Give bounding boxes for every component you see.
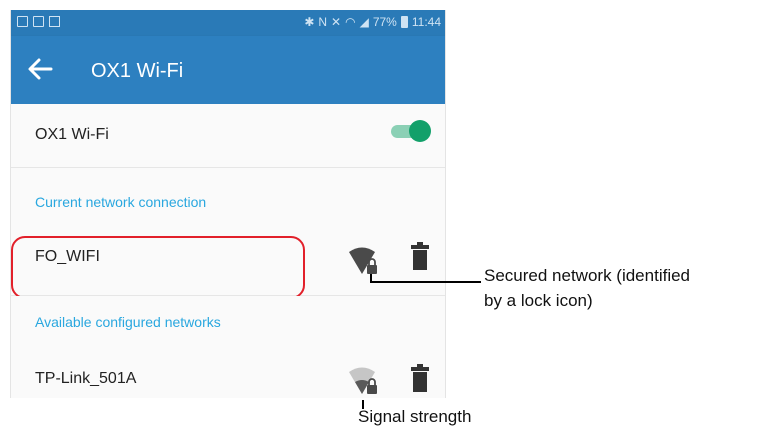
configured-network-row[interactable]: TP-Link_501A <box>11 344 445 398</box>
signal-callout-text: Signal strength <box>358 407 472 426</box>
current-network-header-row: Current network connection <box>11 168 445 220</box>
current-network-highlight <box>11 236 305 299</box>
back-arrow-icon[interactable] <box>25 54 55 84</box>
battery-icon <box>400 16 408 28</box>
wifi-toggle-row[interactable]: OX1 Wi-Fi <box>11 104 445 168</box>
wifi-status-icon: ◠ <box>345 15 356 29</box>
app-bar: OX1 Wi-Fi <box>11 36 445 104</box>
secured-wifi-signal-icon <box>349 247 377 274</box>
configured-networks-header-row: Available configured networks <box>11 296 445 344</box>
toggle-thumb <box>409 120 431 142</box>
gallery-notification-icon <box>17 16 28 27</box>
cell-signal-icon: ◢ <box>359 15 369 29</box>
clock: 11:44 <box>411 15 441 29</box>
configured-networks-header: Available configured networks <box>35 314 221 330</box>
delete-icon[interactable] <box>409 364 431 394</box>
wifi-toggle-switch[interactable] <box>391 120 431 142</box>
bluetooth-icon: ✱ <box>304 15 315 29</box>
notification-icons <box>17 16 60 27</box>
configured-network-ssid: TP-Link_501A <box>35 370 137 387</box>
phone-screen: ✱ N ✕ ◠ ◢ 77% 11:44 OX1 Wi-Fi OX1 Wi-Fi … <box>10 10 446 398</box>
secured-callout-text-line2: by a lock icon) <box>484 291 593 310</box>
mail-notification-icon <box>49 16 60 27</box>
battery-percent: 77% <box>372 15 397 29</box>
secured-callout-line <box>370 281 481 283</box>
wifi-toggle-label: OX1 Wi-Fi <box>35 126 109 143</box>
weak-secured-wifi-signal-icon <box>349 367 377 394</box>
mute-icon: ✕ <box>331 15 342 29</box>
status-bar: ✱ N ✕ ◠ ◢ 77% 11:44 <box>11 10 445 36</box>
current-network-header: Current network connection <box>35 194 207 210</box>
page-title: OX1 Wi-Fi <box>91 60 184 82</box>
delete-icon[interactable] <box>409 242 431 272</box>
secured-callout-text-line1: Secured network (identified <box>484 266 691 285</box>
nfc-icon: N <box>318 15 328 29</box>
system-icons: ✱ N ✕ ◠ ◢ 77% 11:44 <box>304 15 441 29</box>
app-notification-icon <box>33 16 44 27</box>
